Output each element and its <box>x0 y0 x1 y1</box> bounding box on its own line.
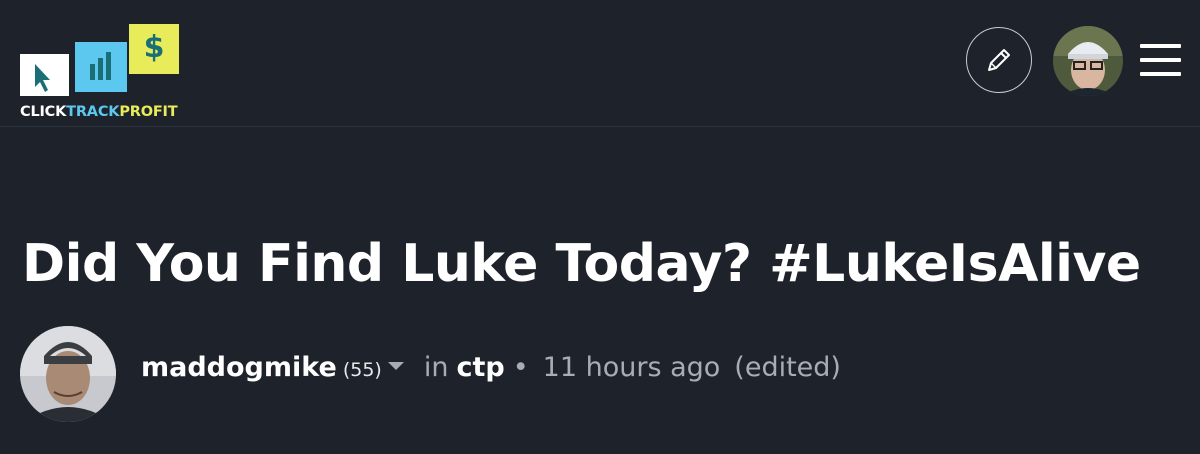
post-title: Did You Find Luke Today? #LukeIsAlive <box>22 234 1141 294</box>
post-meta: maddogmike (55) in ctp • 11 hours ago (e… <box>141 352 841 396</box>
in-label: in <box>423 352 449 383</box>
user-avatar-image <box>1053 26 1123 96</box>
hamburger-icon-line <box>1140 72 1181 76</box>
pencil-icon <box>988 49 1010 71</box>
hamburger-icon <box>1140 44 1181 48</box>
author-avatar-image <box>20 326 116 422</box>
author-reputation: (55) <box>342 359 382 381</box>
logo-text: CLICKTRACKPROFIT <box>20 104 178 120</box>
author-avatar[interactable] <box>20 326 116 422</box>
community-link[interactable]: ctp <box>456 352 504 383</box>
hamburger-menu-button[interactable] <box>1140 44 1181 76</box>
author-dropdown-caret-icon[interactable] <box>387 362 404 370</box>
logo-graphic: $ <box>20 24 182 102</box>
post-timestamp[interactable]: 11 hours ago <box>543 352 721 383</box>
edited-label: (edited) <box>734 352 841 383</box>
hamburger-icon-line <box>1140 58 1181 62</box>
top-header: $ CLICKTRACKPROFIT <box>0 0 1200 127</box>
clicktrackprofit-logo[interactable]: $ CLICKTRACKPROFIT <box>20 24 182 124</box>
separator-dot: • <box>512 352 529 383</box>
author-link[interactable]: maddogmike <box>141 352 337 383</box>
svg-text:$: $ <box>144 30 165 65</box>
user-avatar[interactable] <box>1053 26 1123 96</box>
create-post-button[interactable] <box>966 27 1032 93</box>
